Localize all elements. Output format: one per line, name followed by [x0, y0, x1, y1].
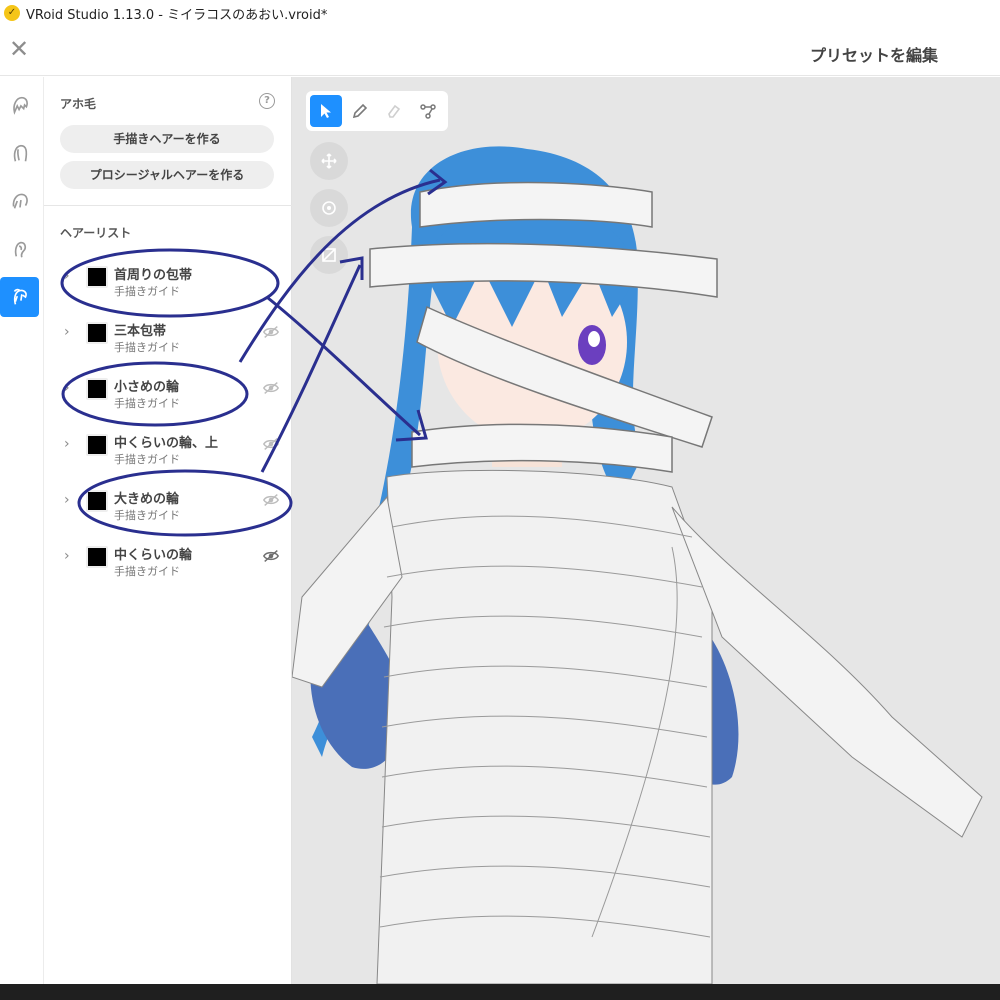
guide-edit-tool-icon[interactable]	[412, 95, 444, 127]
hair-item-name: 大きめの輪	[114, 492, 180, 507]
close-icon[interactable]: ✕	[8, 37, 30, 61]
rail-ahoge-icon[interactable]	[0, 229, 39, 269]
page-title: プリセットを編集	[809, 46, 938, 65]
hair-list-item[interactable]: › 首周りの包帯 手描きガイド	[44, 254, 292, 306]
hair-item-type: 手描きガイド	[114, 509, 180, 522]
hair-color-swatch[interactable]	[86, 322, 108, 344]
rail-back-hair-icon[interactable]	[0, 133, 39, 173]
hair-item-type: 手描きガイド	[114, 285, 180, 298]
vroid-studio-window: ✓ VRoid Studio 1.13.0 - ミイラコスのあおい.vroid*…	[0, 0, 1000, 1000]
hair-list-title: ヘアーリスト	[60, 226, 132, 240]
character-model[interactable]	[292, 77, 1000, 984]
hair-panel: アホ毛 ? 手描きヘアーを作る プロシージャルヘアーを作る ヘアーリスト › 首…	[44, 77, 292, 984]
hair-list-item[interactable]: › 小さめの輪 手描きガイド	[44, 366, 292, 418]
move-camera-icon[interactable]	[310, 142, 348, 180]
select-tool-icon[interactable]	[310, 95, 342, 127]
hair-color-swatch[interactable]	[86, 546, 108, 568]
hair-item-type: 手描きガイド	[114, 341, 180, 354]
visibility-off-icon[interactable]	[262, 380, 280, 396]
rotate-camera-icon[interactable]	[310, 189, 348, 227]
hair-list-item[interactable]: › 大きめの輪 手描きガイド	[44, 478, 292, 530]
app-header: ✕ プリセットを編集	[0, 26, 1000, 76]
hair-color-swatch[interactable]	[86, 266, 108, 288]
window-title: VRoid Studio 1.13.0 - ミイラコスのあおい.vroid*	[26, 7, 328, 23]
reset-camera-icon[interactable]	[310, 236, 348, 274]
hair-item-name: 中くらいの輪	[114, 548, 193, 563]
chevron-right-icon[interactable]: ›	[64, 324, 70, 340]
hair-item-type: 手描きガイド	[114, 397, 180, 410]
chevron-right-icon[interactable]: ›	[64, 548, 70, 564]
hair-list-item[interactable]: › 三本包帯 手描きガイド	[44, 310, 292, 362]
hair-list-item[interactable]: › 中くらいの輪 手描きガイド	[44, 534, 292, 586]
visibility-off-icon[interactable]	[262, 324, 280, 340]
hair-item-name: 中くらいの輪、上	[114, 436, 219, 451]
chevron-right-icon[interactable]: ›	[64, 380, 70, 396]
hair-color-swatch[interactable]	[86, 490, 108, 512]
rail-side-hair-icon[interactable]	[0, 181, 39, 221]
hair-color-swatch[interactable]	[86, 434, 108, 456]
hair-list-item[interactable]: › 中くらいの輪、上 手描きガイド	[44, 422, 292, 474]
tool-palette	[306, 91, 448, 131]
chevron-right-icon[interactable]: ›	[64, 436, 70, 452]
hair-item-type: 手描きガイド	[114, 565, 180, 578]
hair-item-name: 首周りの包帯	[114, 268, 193, 283]
section-title: アホ毛	[60, 97, 97, 111]
chevron-right-icon[interactable]: ›	[64, 268, 70, 284]
divider	[44, 205, 292, 206]
visibility-off-icon[interactable]	[262, 436, 280, 452]
title-bar: ✓ VRoid Studio 1.13.0 - ミイラコスのあおい.vroid*	[0, 0, 1000, 26]
taskbar-strip	[0, 984, 1000, 1000]
hair-item-type: 手描きガイド	[114, 453, 180, 466]
3d-viewport[interactable]	[292, 77, 1000, 984]
eraser-tool-icon[interactable]	[378, 95, 410, 127]
visibility-off-icon[interactable]	[262, 548, 280, 564]
rail-custom-hair-icon[interactable]	[0, 277, 39, 317]
hair-item-name: 小さめの輪	[114, 380, 180, 395]
create-procedural-hair-button[interactable]: プロシージャルヘアーを作る	[60, 161, 274, 189]
hair-item-name: 三本包帯	[114, 324, 167, 339]
vroid-logo-icon: ✓	[4, 5, 20, 21]
hair-color-swatch[interactable]	[86, 378, 108, 400]
rail-front-hair-icon[interactable]	[0, 85, 39, 125]
create-hand-drawn-hair-button[interactable]: 手描きヘアーを作る	[60, 125, 274, 153]
pen-tool-icon[interactable]	[344, 95, 376, 127]
category-rail	[0, 77, 44, 984]
visibility-off-icon[interactable]	[262, 492, 280, 508]
help-icon[interactable]: ?	[259, 93, 275, 109]
chevron-right-icon[interactable]: ›	[64, 492, 70, 508]
